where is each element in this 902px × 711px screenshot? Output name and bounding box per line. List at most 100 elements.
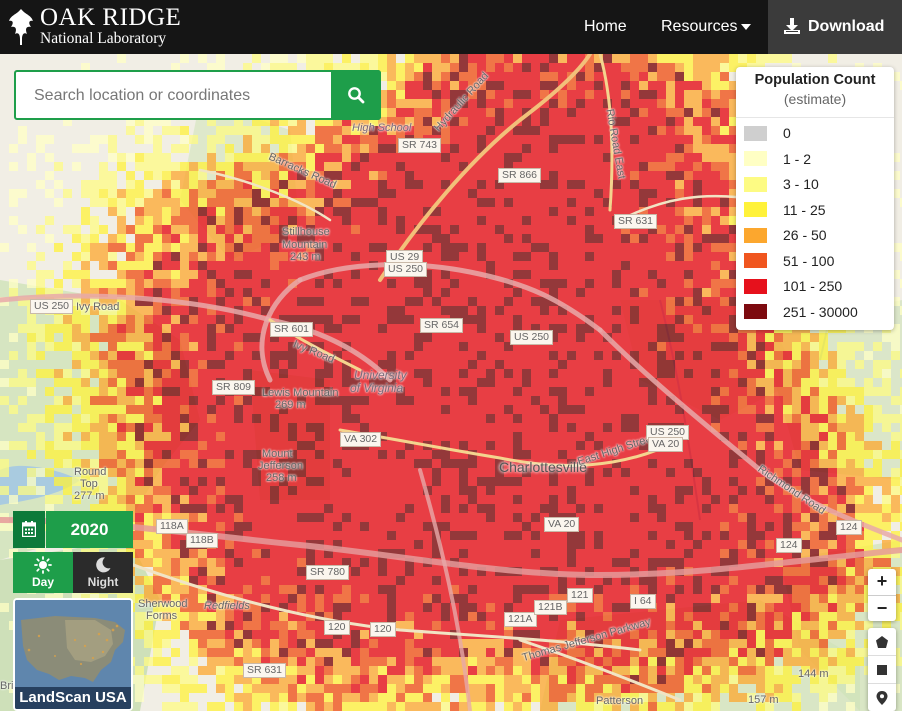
population-cell (666, 207, 675, 216)
population-cell (306, 477, 315, 486)
population-cell (459, 342, 468, 351)
population-cell (180, 135, 189, 144)
population-cell (648, 90, 657, 99)
population-cell (702, 387, 711, 396)
population-cell (729, 360, 738, 369)
population-cell (387, 288, 396, 297)
population-cell (567, 504, 576, 513)
population-cell (387, 477, 396, 486)
population-cell (612, 306, 621, 315)
population-cell (225, 441, 234, 450)
population-cell (630, 117, 639, 126)
population-cell (234, 567, 243, 576)
population-cell (792, 423, 801, 432)
population-cell (99, 135, 108, 144)
population-cell (459, 126, 468, 135)
population-cell (396, 108, 405, 117)
population-cell (630, 459, 639, 468)
population-cell (387, 540, 396, 549)
population-cell (648, 126, 657, 135)
population-cell (99, 261, 108, 270)
population-cell (216, 450, 225, 459)
population-cell (441, 342, 450, 351)
population-cell (324, 423, 333, 432)
population-cell (306, 297, 315, 306)
population-cell (162, 261, 171, 270)
population-cell (360, 180, 369, 189)
nav-home-link[interactable]: Home (584, 0, 627, 54)
population-cell (117, 441, 126, 450)
population-cell (477, 189, 486, 198)
population-cell (513, 360, 522, 369)
population-cell (360, 405, 369, 414)
population-cell (666, 180, 675, 189)
population-cell (198, 477, 207, 486)
population-cell (126, 243, 135, 252)
population-cell (351, 135, 360, 144)
population-cell (648, 72, 657, 81)
population-cell (657, 531, 666, 540)
population-cell (639, 495, 648, 504)
population-cell (135, 405, 144, 414)
population-cell (684, 306, 693, 315)
population-cell (630, 90, 639, 99)
population-cell (108, 234, 117, 243)
population-cell (711, 225, 720, 234)
population-cell (540, 225, 549, 234)
population-cell (423, 297, 432, 306)
population-cell (144, 324, 153, 333)
population-cell (630, 414, 639, 423)
population-cell (486, 378, 495, 387)
population-cell (99, 405, 108, 414)
population-cell (153, 135, 162, 144)
population-cell (639, 405, 648, 414)
population-cell (594, 414, 603, 423)
population-cell (144, 171, 153, 180)
population-cell (585, 540, 594, 549)
population-cell (477, 441, 486, 450)
population-cell (540, 387, 549, 396)
population-cell (711, 450, 720, 459)
population-cell (297, 513, 306, 522)
population-cell (792, 351, 801, 360)
population-cell (423, 63, 432, 72)
population-cell (720, 153, 729, 162)
population-cell (693, 423, 702, 432)
nav-resources-dropdown[interactable]: Resources (661, 0, 752, 54)
population-cell (198, 180, 207, 189)
population-cell (729, 378, 738, 387)
ornl-logo[interactable]: Oak Ridge National Laboratory (6, 5, 181, 49)
population-cell (270, 504, 279, 513)
population-cell (594, 351, 603, 360)
population-cell (630, 504, 639, 513)
population-cell (243, 522, 252, 531)
population-cell (198, 468, 207, 477)
population-cell (549, 405, 558, 414)
population-cell (162, 243, 171, 252)
population-cell (765, 342, 774, 351)
population-cell (216, 486, 225, 495)
population-cell (432, 72, 441, 81)
population-cell (594, 261, 603, 270)
population-cell (729, 459, 738, 468)
population-cell (81, 342, 90, 351)
population-cell (513, 81, 522, 90)
population-cell (441, 405, 450, 414)
population-cell (612, 315, 621, 324)
population-cell (423, 378, 432, 387)
population-cell (117, 414, 126, 423)
population-cell (567, 342, 576, 351)
population-cell (477, 126, 486, 135)
population-cell (297, 360, 306, 369)
population-cell (576, 486, 585, 495)
population-cell (387, 81, 396, 90)
nav-download-button[interactable]: Download (768, 0, 902, 54)
population-cell (450, 567, 459, 576)
population-cell (396, 540, 405, 549)
population-cell (216, 315, 225, 324)
population-cell (288, 270, 297, 279)
population-cell (702, 351, 711, 360)
population-cell (549, 261, 558, 270)
population-cell (810, 459, 819, 468)
population-cell (99, 189, 108, 198)
